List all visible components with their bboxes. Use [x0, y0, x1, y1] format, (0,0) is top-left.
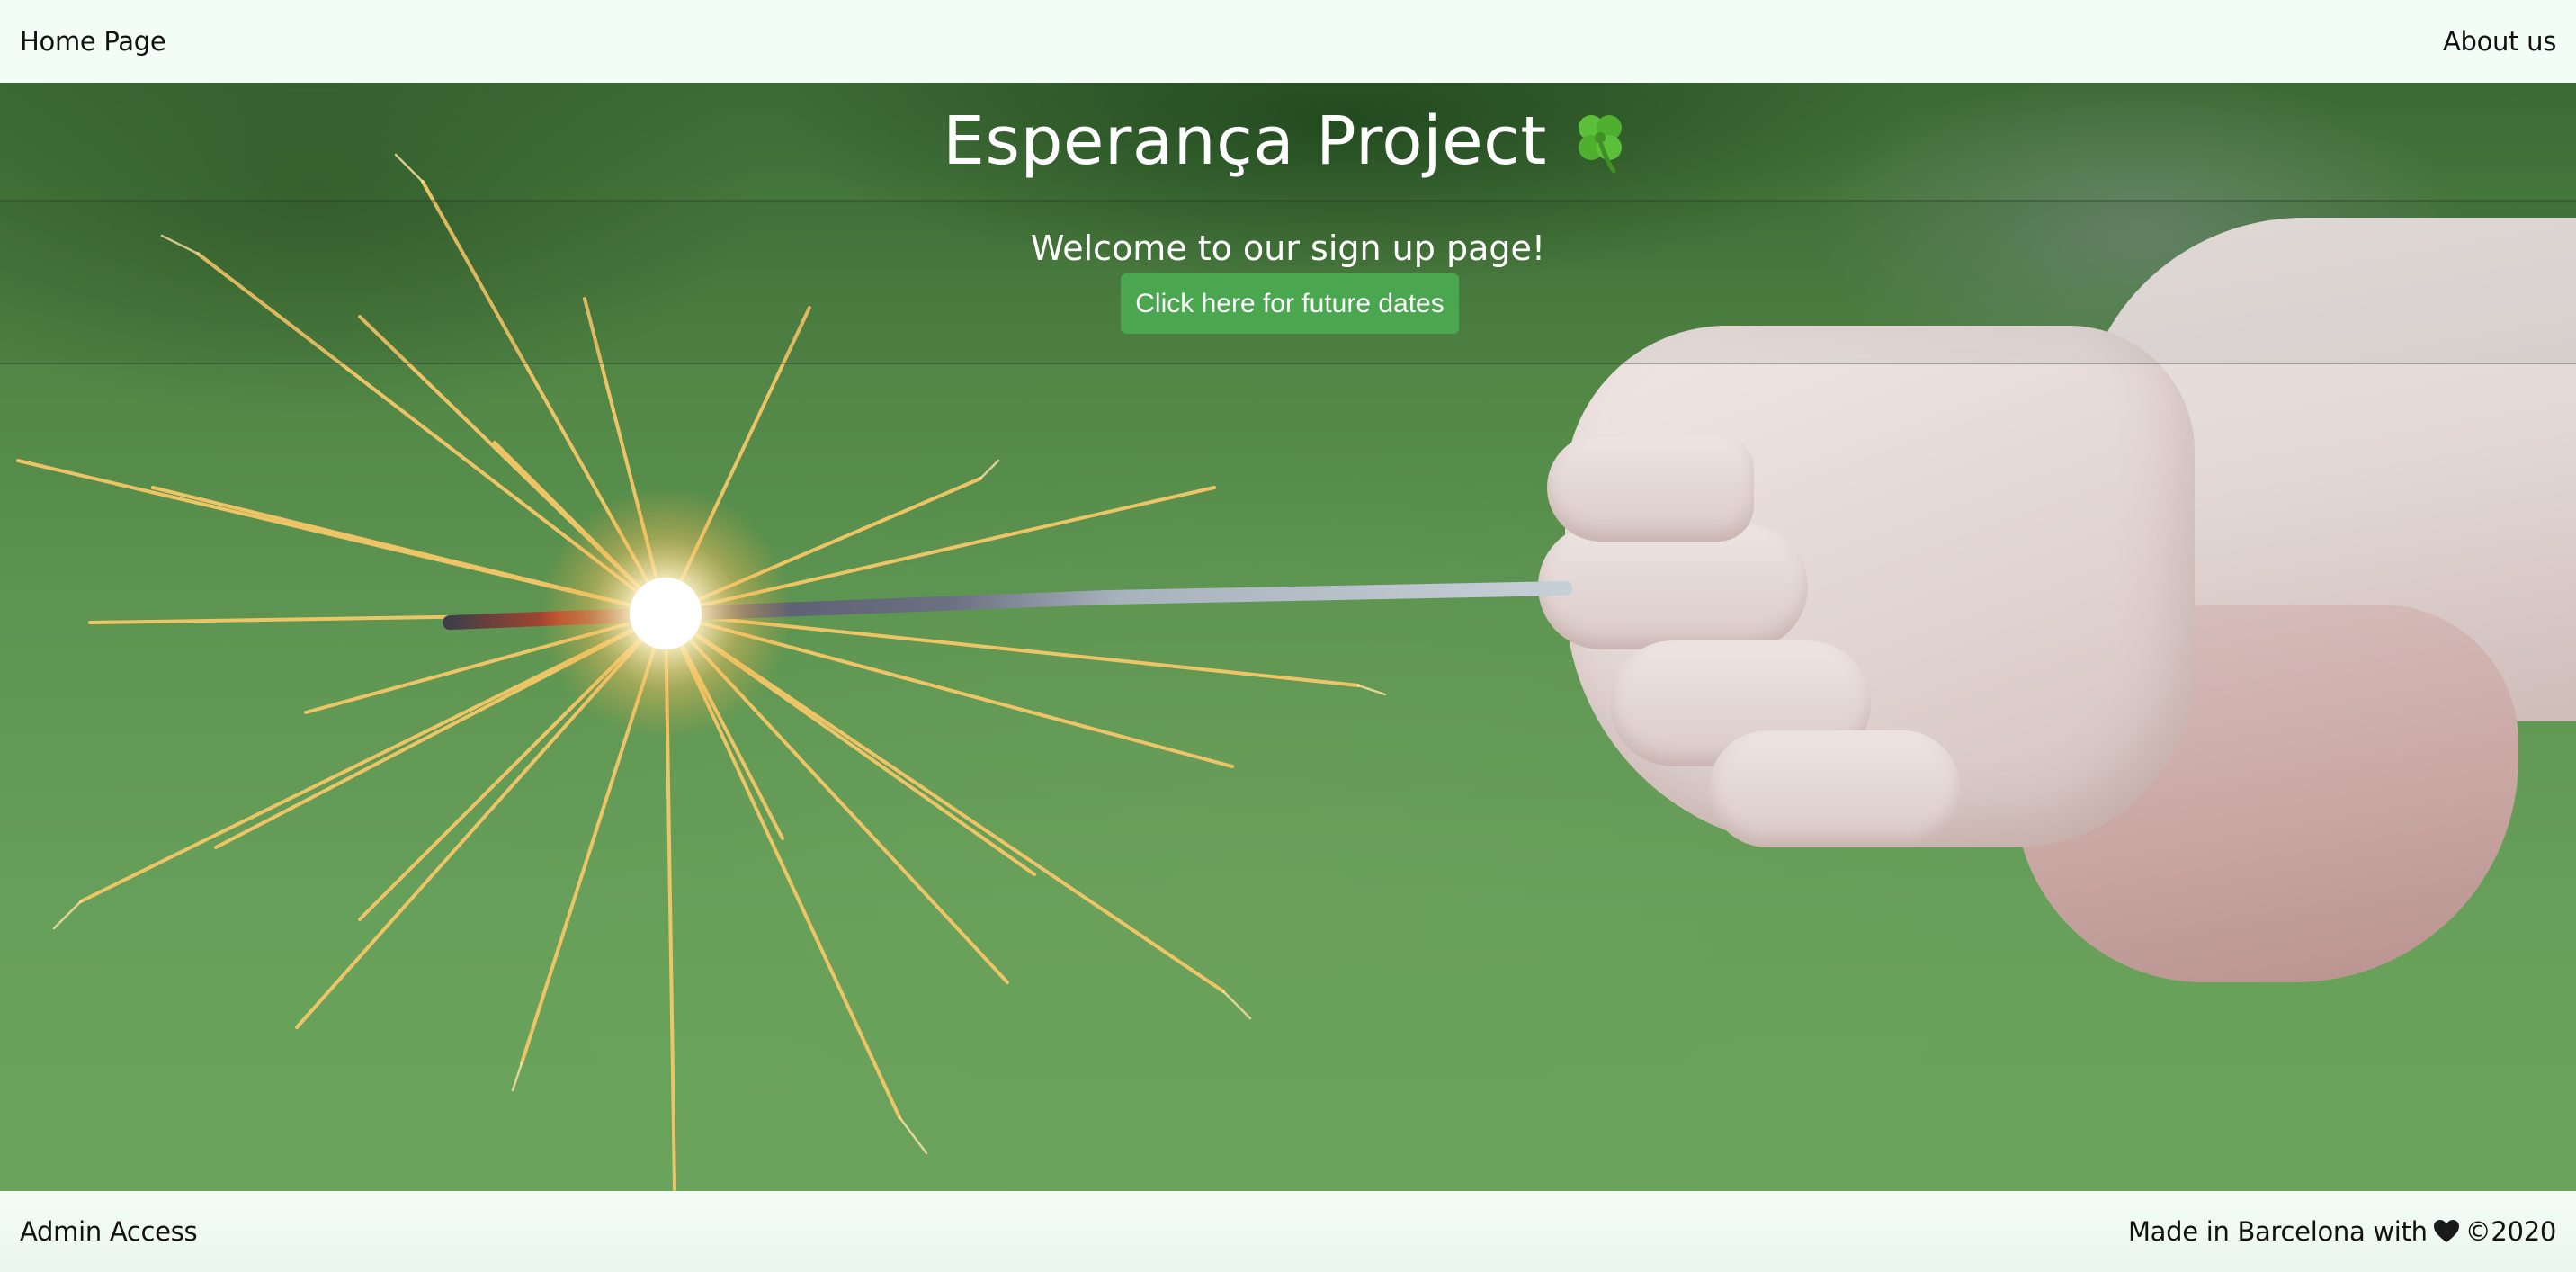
- page-title: Esperança Project: [0, 83, 2576, 200]
- future-dates-button[interactable]: Click here for future dates: [1121, 273, 1459, 334]
- welcome-banner: Welcome to our sign up page! Click here …: [0, 200, 2576, 364]
- footer-credit: Made in Barcelona with ©2020: [2128, 1216, 2556, 1247]
- black-heart-icon: [2433, 1220, 2459, 1242]
- admin-access-link[interactable]: Admin Access: [20, 1216, 198, 1247]
- hero-section: Esperança Project Welcome to our sign up…: [0, 83, 2576, 1191]
- credit-suffix: ©2020: [2464, 1216, 2557, 1247]
- page-title-text: Esperança Project: [943, 103, 1547, 180]
- four-leaf-clover-icon: [1578, 115, 1622, 174]
- footer: Admin Access Made in Barcelona with ©202…: [0, 1191, 2576, 1272]
- credit-prefix: Made in Barcelona with: [2127, 1216, 2428, 1247]
- about-us-link[interactable]: About us: [2443, 26, 2556, 57]
- home-page-link[interactable]: Home Page: [20, 26, 166, 57]
- page: Home Page About us Esperança Project Wel…: [0, 0, 2576, 1272]
- welcome-heading: Welcome to our sign up page!: [1030, 228, 1546, 268]
- top-nav: Home Page About us: [0, 0, 2576, 83]
